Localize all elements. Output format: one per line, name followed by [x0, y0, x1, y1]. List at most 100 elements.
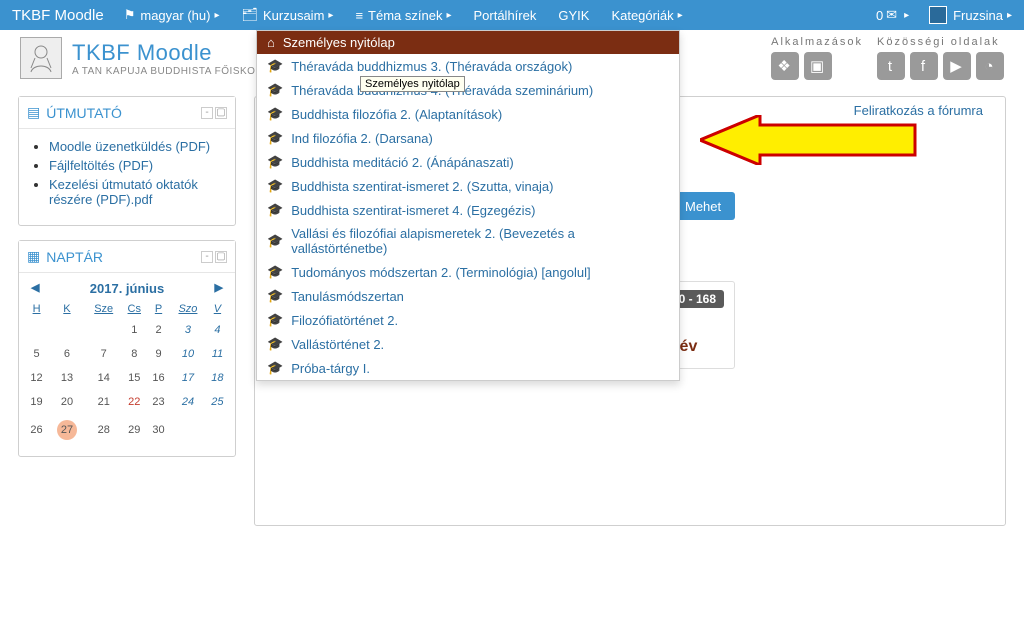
- calendar-dow: P: [147, 300, 170, 318]
- dropdown-item[interactable]: 🎓Ind filozófia 2. (Darsana): [257, 126, 679, 150]
- dropdown-item[interactable]: 🎓Vallási és filozófiai alapismeretek 2. …: [257, 222, 679, 260]
- twitter-icon[interactable]: t: [877, 52, 905, 80]
- guide-link[interactable]: Kezelési útmutató oktatók részére (PDF).…: [49, 177, 198, 207]
- calendar-table: HKSzeCsPSzoV 123456789101112131415161718…: [25, 300, 229, 446]
- calendar-day[interactable]: 29: [122, 414, 147, 446]
- nav-mycourses[interactable]: 🗂 Kurzusaim ▸: [241, 7, 333, 23]
- calendar-day[interactable]: 10: [170, 342, 206, 366]
- caret-icon: ▸: [214, 10, 219, 21]
- annotation-arrow-icon: [700, 115, 920, 168]
- dropdown-item[interactable]: 🎓Tanulásmódszertan: [257, 284, 679, 308]
- dropdown-item[interactable]: 🎓Buddhista meditáció 2. (Ánápánaszati): [257, 150, 679, 174]
- dropdown-item-home[interactable]: ⌂ Személyes nyitólap: [257, 31, 679, 54]
- calendar-day[interactable]: 13: [48, 366, 86, 390]
- guide-title: Útmutató: [46, 105, 122, 121]
- calendar-day[interactable]: 17: [170, 366, 206, 390]
- dropdown-item[interactable]: 🎓Théraváda buddhizmus 3. (Théraváda orsz…: [257, 54, 679, 78]
- calendar-dow: V: [206, 300, 229, 318]
- calendar-dow: K: [48, 300, 86, 318]
- search-go-button[interactable]: Mehet: [671, 192, 735, 220]
- top-nav: TKBF Moodle ⚑ magyar (hu) ▸ 🗂 Kurzusaim …: [0, 0, 1024, 30]
- calendar-day[interactable]: 2: [147, 318, 170, 342]
- tooltip: Személyes nyitólap: [360, 76, 465, 92]
- calendar-day[interactable]: 25: [206, 390, 229, 414]
- guide-link[interactable]: Moodle üzenetküldés (PDF): [49, 139, 210, 154]
- guide-block: ▤ Útmutató -▢ Moodle üzenetküldés (PDF)F…: [18, 96, 236, 226]
- calendar-day: [25, 318, 48, 342]
- nav-language[interactable]: ⚑ magyar (hu) ▸: [124, 7, 220, 23]
- nav-themes-label: Téma színek: [368, 8, 442, 23]
- dropdown-item[interactable]: 🎓Filozófiatörténet 2.: [257, 308, 679, 332]
- calendar-title: Naptár: [46, 249, 103, 265]
- dropdown-item[interactable]: 🎓Vallástörténet 2.: [257, 332, 679, 356]
- site-logo-icon: [20, 37, 62, 79]
- calendar-dow: H: [25, 300, 48, 318]
- nav-news[interactable]: Portálhírek: [473, 8, 536, 23]
- calendar-day[interactable]: 16: [147, 366, 170, 390]
- calendar-day[interactable]: 12: [25, 366, 48, 390]
- calendar-day[interactable]: 8: [122, 342, 147, 366]
- calendar-day: [206, 414, 229, 446]
- minimize-icon[interactable]: -: [201, 251, 213, 263]
- graduation-cap-icon: 🎓: [267, 312, 283, 328]
- nav-faq[interactable]: GYIK: [558, 8, 589, 23]
- feed-icon[interactable]: ◔: [976, 52, 1004, 80]
- graduation-cap-icon: 🎓: [267, 178, 283, 194]
- avatar-icon: [929, 6, 947, 24]
- graduation-cap-icon: 🎓: [267, 360, 283, 376]
- calendar-day[interactable]: 6: [48, 342, 86, 366]
- caret-icon: ▸: [904, 10, 909, 21]
- facebook-icon[interactable]: f: [910, 52, 938, 80]
- dropdown-item[interactable]: 🎓Buddhista szentirat-ismeret 2. (Szutta,…: [257, 174, 679, 198]
- minimize-icon[interactable]: -: [201, 107, 213, 119]
- calendar-day[interactable]: 14: [86, 366, 122, 390]
- dropdown-item[interactable]: 🎓Buddhista filozófia 2. (Alaptanítások): [257, 102, 679, 126]
- graduation-cap-icon: 🎓: [267, 336, 283, 352]
- graduation-cap-icon: 🎓: [267, 288, 283, 304]
- graduation-cap-icon: 🎓: [267, 233, 283, 249]
- dropdown-item[interactable]: 🎓Théraváda buddhizmus 4. (Théraváda szem…: [257, 78, 679, 102]
- calendar-day[interactable]: 27: [48, 414, 86, 446]
- calendar-day[interactable]: 21: [86, 390, 122, 414]
- calendar-day[interactable]: 23: [147, 390, 170, 414]
- calendar-day[interactable]: 24: [170, 390, 206, 414]
- calendar-day[interactable]: 7: [86, 342, 122, 366]
- nav-categories[interactable]: Kategóriák ▸: [611, 8, 682, 23]
- calendar-day[interactable]: 9: [147, 342, 170, 366]
- header-social-label: Közösségi oldalak: [877, 36, 1000, 48]
- calendar-day[interactable]: 4: [206, 318, 229, 342]
- nav-themes[interactable]: ≡ Téma színek ▸: [355, 8, 451, 23]
- caret-icon: ▸: [1007, 10, 1012, 21]
- calendar-day[interactable]: 26: [25, 414, 48, 446]
- prev-month-button[interactable]: ◀: [31, 281, 39, 294]
- brand-title[interactable]: TKBF Moodle: [12, 7, 104, 24]
- calendar-day[interactable]: 20: [48, 390, 86, 414]
- calendar-day[interactable]: 15: [122, 366, 147, 390]
- calendar-day[interactable]: 18: [206, 366, 229, 390]
- dock-icon[interactable]: ▢: [215, 251, 227, 263]
- calendar-dow: Szo: [170, 300, 206, 318]
- apple-icon[interactable]: ❖: [771, 52, 799, 80]
- calendar-day[interactable]: 22: [122, 390, 147, 414]
- next-month-button[interactable]: ▶: [215, 281, 223, 294]
- guide-link[interactable]: Fájlfeltöltés (PDF): [49, 158, 153, 173]
- android-icon[interactable]: ▣: [804, 52, 832, 80]
- messages-link[interactable]: 0 ✉ ▸: [876, 7, 909, 23]
- calendar-day[interactable]: 28: [86, 414, 122, 446]
- user-menu[interactable]: Fruzsina ▸: [929, 6, 1012, 24]
- dock-icon[interactable]: ▢: [215, 107, 227, 119]
- calendar-day[interactable]: 5: [25, 342, 48, 366]
- calendar-day[interactable]: 30: [147, 414, 170, 446]
- youtube-icon[interactable]: ▶: [943, 52, 971, 80]
- dropdown-item[interactable]: 🎓Próba-tárgy I.: [257, 356, 679, 380]
- graduation-cap-icon: 🎓: [267, 202, 283, 218]
- dropdown-item[interactable]: 🎓Buddhista szentirat-ismeret 4. (Egzegéz…: [257, 198, 679, 222]
- calendar-day[interactable]: 19: [25, 390, 48, 414]
- header-apps-label: Alkalmazások: [771, 36, 863, 48]
- calendar-day[interactable]: 11: [206, 342, 229, 366]
- calendar-day[interactable]: 3: [170, 318, 206, 342]
- home-icon: ⌂: [267, 35, 275, 50]
- calendar-day[interactable]: 1: [122, 318, 147, 342]
- calendar-icon: ▦: [27, 248, 40, 265]
- dropdown-item[interactable]: 🎓Tudományos módszertan 2. (Terminológia)…: [257, 260, 679, 284]
